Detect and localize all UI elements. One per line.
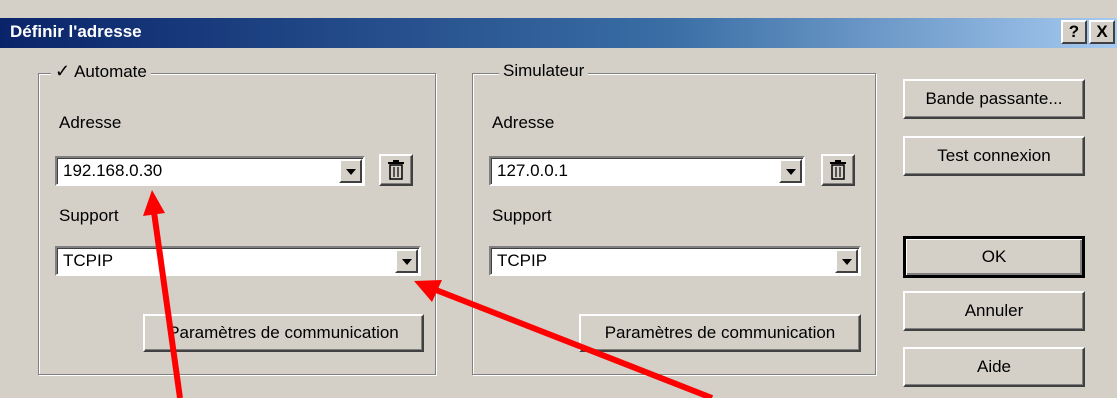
chevron-down-icon[interactable] (779, 159, 802, 183)
cancel-button[interactable]: Annuler (903, 291, 1085, 331)
test-connection-button[interactable]: Test connexion (903, 136, 1085, 176)
dialog-title: Définir l'adresse (10, 22, 142, 41)
automate-address-value: 192.168.0.30 (63, 161, 163, 180)
automate-comm-settings-button[interactable]: Paramètres de communication (143, 314, 424, 352)
bandwidth-button[interactable]: Bande passante... (903, 79, 1085, 119)
trash-icon (830, 160, 846, 180)
define-address-dialog: Définir l'adresse ? X ✓ Automate Adresse … (0, 0, 1117, 398)
simulateur-comm-settings-button[interactable]: Paramètres de communication (579, 314, 861, 352)
automate-support-label: Support (59, 206, 119, 225)
checkmark-icon[interactable]: ✓ (55, 61, 70, 81)
chevron-down-icon[interactable] (395, 249, 418, 273)
help-button[interactable]: Aide (903, 347, 1085, 387)
trash-icon (388, 160, 404, 180)
simulateur-support-combobox[interactable]: TCPIP (489, 246, 861, 276)
automate-legend-label: Automate (74, 62, 147, 81)
chevron-down-icon[interactable] (835, 249, 858, 273)
help-title-button[interactable]: ? (1061, 20, 1087, 44)
title-bar[interactable]: Définir l'adresse ? X (0, 18, 1117, 48)
simulateur-support-value: TCPIP (497, 251, 548, 270)
automate-support-value: TCPIP (63, 251, 114, 270)
simulateur-address-label: Adresse (492, 113, 555, 132)
simulateur-address-value: 127.0.0.1 (497, 161, 568, 180)
automate-legend: ✓ Automate (51, 61, 151, 82)
chevron-down-icon[interactable] (339, 159, 362, 183)
ok-button[interactable]: OK (903, 236, 1085, 278)
simulateur-delete-address-button[interactable] (821, 154, 855, 186)
automate-address-combobox[interactable]: 192.168.0.30 (55, 156, 365, 186)
automate-address-label: Adresse (59, 113, 122, 132)
automate-support-combobox[interactable]: TCPIP (55, 246, 421, 276)
simulateur-legend: Simulateur (499, 61, 589, 81)
close-title-button[interactable]: X (1089, 20, 1115, 44)
simulateur-support-label: Support (492, 206, 552, 225)
automate-delete-address-button[interactable] (379, 154, 413, 186)
simulateur-address-combobox[interactable]: 127.0.0.1 (489, 156, 805, 186)
